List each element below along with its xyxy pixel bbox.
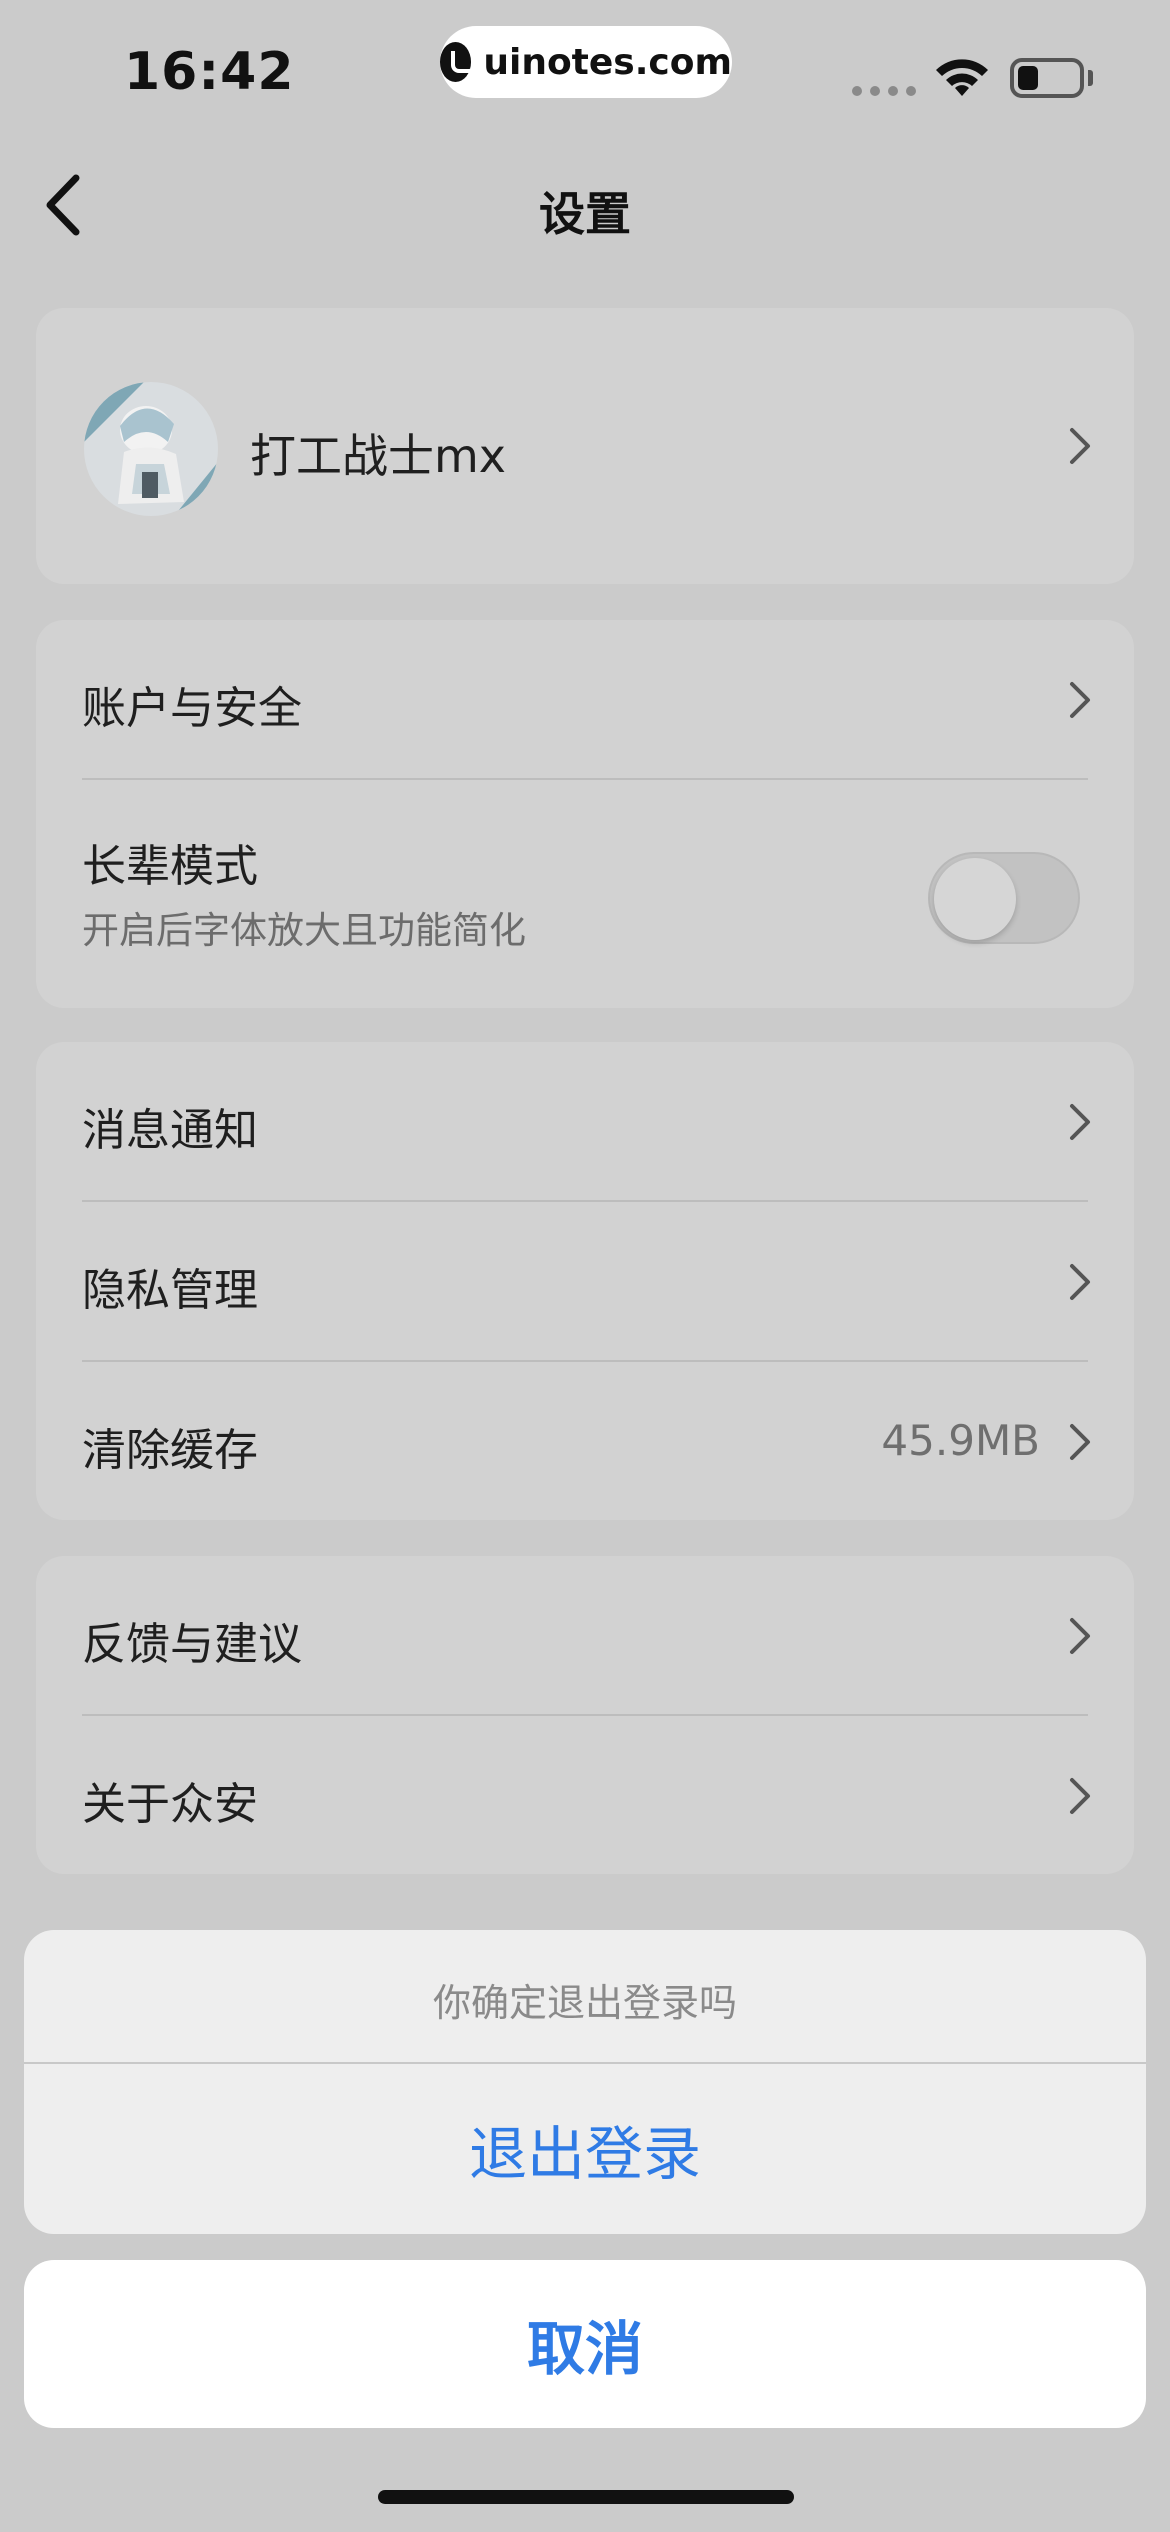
about-label: 关于众安: [82, 1779, 258, 1830]
chevron-right-icon: [1070, 1104, 1090, 1140]
cancel-button[interactable]: 取消: [24, 2260, 1146, 2428]
signal-icon: [852, 86, 916, 96]
feedback-row[interactable]: 反馈与建议: [36, 1556, 1134, 1714]
chevron-right-icon: [1070, 1424, 1090, 1460]
privacy-label: 隐私管理: [82, 1265, 258, 1316]
chevron-right-icon: [1070, 1264, 1090, 1300]
toggle-knob: [934, 858, 1016, 940]
page-title: 设置: [539, 187, 631, 241]
elder-mode-label: 长辈模式: [82, 841, 258, 892]
watermark-text: uinotes.com: [483, 41, 732, 83]
general-settings-card: 消息通知 隐私管理 清除缓存 45.9MB: [36, 1042, 1134, 1520]
cache-size-value: 45.9MB: [881, 1416, 1040, 1465]
logout-button[interactable]: 退出登录: [24, 2064, 1146, 2234]
chevron-right-icon: [1070, 428, 1090, 464]
feedback-label: 反馈与建议: [82, 1619, 302, 1670]
chevron-right-icon: [1070, 1778, 1090, 1814]
battery-icon: [1010, 58, 1084, 98]
battery-cap: [1088, 70, 1093, 86]
account-security-label: 账户与安全: [82, 683, 302, 734]
about-row[interactable]: 关于众安: [36, 1716, 1134, 1874]
clear-cache-label: 清除缓存: [82, 1425, 258, 1476]
home-indicator[interactable]: [378, 2490, 794, 2504]
profile-card[interactable]: 打工战士mx: [36, 308, 1134, 584]
notifications-label: 消息通知: [82, 1105, 258, 1156]
privacy-row[interactable]: 隐私管理: [36, 1202, 1134, 1360]
profile-name: 打工战士mx: [250, 429, 507, 483]
clear-cache-row[interactable]: 清除缓存 45.9MB: [36, 1362, 1134, 1520]
status-time: 16:42: [124, 42, 295, 102]
chevron-right-icon: [1070, 682, 1090, 718]
notifications-row[interactable]: 消息通知: [36, 1042, 1134, 1200]
uinotes-logo-icon: [440, 42, 478, 82]
avatar: [84, 382, 218, 516]
elder-mode-description: 开启后字体放大且功能简化: [82, 909, 526, 952]
wifi-icon: [936, 59, 988, 96]
account-security-row[interactable]: 账户与安全: [36, 620, 1134, 778]
watermark-badge: uinotes.com: [440, 26, 732, 98]
account-card: 账户与安全 长辈模式 开启后字体放大且功能简化: [36, 620, 1134, 1008]
action-sheet-message: 你确定退出登录吗: [432, 1981, 737, 2025]
logout-action-sheet: 你确定退出登录吗 退出登录: [24, 1930, 1146, 2234]
chevron-right-icon: [1070, 1618, 1090, 1654]
elder-mode-toggle[interactable]: [928, 852, 1080, 944]
about-card: 反馈与建议 关于众安: [36, 1556, 1134, 1874]
